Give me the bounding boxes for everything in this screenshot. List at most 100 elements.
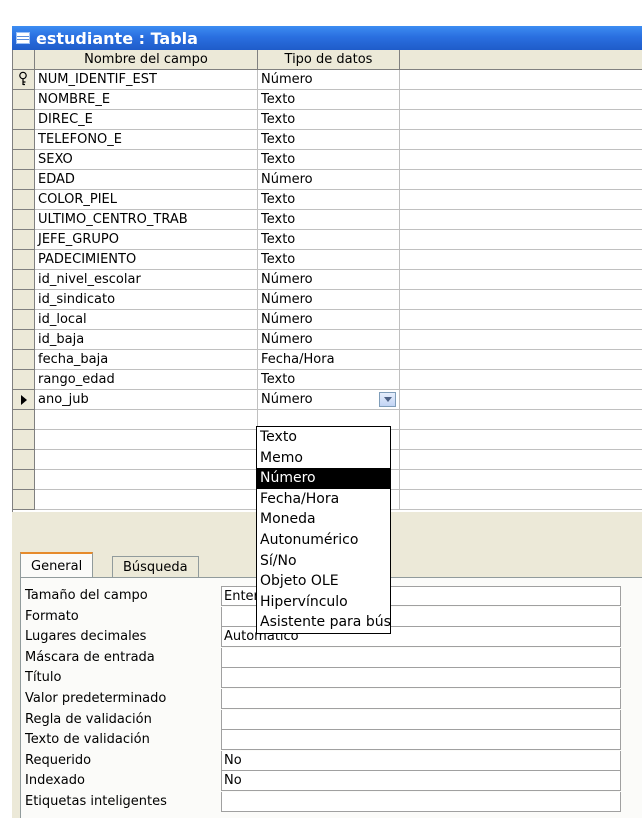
field-name-cell[interactable] (35, 410, 258, 430)
dropdown-option[interactable]: Texto (257, 427, 390, 448)
field-name-cell[interactable]: DIREC_E (35, 110, 258, 130)
description-cell[interactable] (400, 350, 642, 370)
description-cell[interactable] (400, 450, 642, 470)
dropdown-option[interactable]: Asistente para búsqueda... (257, 612, 390, 633)
field-name-cell[interactable]: rango_edad (35, 370, 258, 390)
field-name-cell[interactable]: JEFE_GRUPO (35, 230, 258, 250)
row-selector[interactable] (13, 310, 35, 330)
row-selector[interactable] (13, 450, 35, 470)
row-selector[interactable] (13, 410, 35, 430)
field-name-cell[interactable]: EDAD (35, 170, 258, 190)
row-selector[interactable] (13, 290, 35, 310)
table-row[interactable]: NUM_IDENTIF_EST Número (13, 70, 642, 90)
property-value[interactable] (221, 647, 621, 668)
data-type-cell[interactable]: Número (258, 290, 400, 310)
description-cell[interactable] (400, 130, 642, 150)
description-cell[interactable] (400, 150, 642, 170)
row-selector[interactable] (13, 370, 35, 390)
data-type-cell[interactable]: Número (258, 330, 400, 350)
row-selector[interactable] (13, 130, 35, 150)
window-titlebar[interactable]: estudiante : Tabla (12, 26, 642, 50)
data-type-cell[interactable]: Texto (258, 230, 400, 250)
description-cell[interactable] (400, 270, 642, 290)
row-selector[interactable] (13, 250, 35, 270)
data-type-cell[interactable]: Número (258, 310, 400, 330)
description-cell[interactable] (400, 210, 642, 230)
data-type-cell[interactable]: Número (258, 70, 400, 90)
column-header-data-type[interactable]: Tipo de datos (258, 50, 400, 70)
table-row[interactable]: id_baja Número (13, 330, 642, 350)
data-type-cell[interactable]: Fecha/Hora (258, 350, 400, 370)
data-type-cell[interactable]: Texto (258, 250, 400, 270)
field-name-cell[interactable]: id_nivel_escolar (35, 270, 258, 290)
data-type-cell[interactable]: Texto (258, 130, 400, 150)
table-row[interactable]: ano_jub Número (13, 390, 642, 410)
field-name-cell[interactable]: id_baja (35, 330, 258, 350)
dropdown-option[interactable]: Sí/No (257, 551, 390, 572)
data-type-cell[interactable]: Texto (258, 90, 400, 110)
row-selector[interactable] (13, 90, 35, 110)
description-cell[interactable] (400, 110, 642, 130)
description-cell[interactable] (400, 370, 642, 390)
data-type-cell[interactable]: Texto (258, 150, 400, 170)
row-selector[interactable] (13, 70, 35, 90)
field-name-cell[interactable] (35, 490, 258, 510)
field-name-cell[interactable]: ULTIMO_CENTRO_TRAB (35, 210, 258, 230)
row-selector[interactable] (13, 430, 35, 450)
row-selector[interactable] (13, 330, 35, 350)
property-value[interactable] (221, 689, 621, 709)
row-selector[interactable] (13, 470, 35, 490)
row-selector[interactable] (13, 210, 35, 230)
data-type-cell[interactable]: Texto (258, 370, 400, 390)
table-row[interactable]: PADECIMIENTO Texto (13, 250, 642, 270)
description-cell[interactable] (400, 410, 642, 430)
row-selector[interactable] (13, 230, 35, 250)
description-cell[interactable] (400, 310, 642, 330)
field-name-cell[interactable]: NUM_IDENTIF_EST (35, 70, 258, 90)
table-row[interactable]: fecha_baja Fecha/Hora (13, 350, 642, 370)
field-name-cell[interactable]: TELEFONO_E (35, 130, 258, 150)
row-selector[interactable] (13, 390, 35, 410)
data-type-dropdown-list[interactable]: Texto Memo Número Fecha/Hora Moneda Autonumér… (256, 426, 391, 634)
tab-general[interactable]: General (20, 552, 94, 577)
description-cell[interactable] (400, 290, 642, 310)
field-name-cell[interactable]: id_sindicato (35, 290, 258, 310)
property-value[interactable] (221, 668, 621, 689)
description-cell[interactable] (400, 390, 642, 410)
description-cell[interactable] (400, 470, 642, 490)
data-type-cell[interactable]: Número (258, 390, 400, 410)
description-cell[interactable] (400, 190, 642, 210)
row-selector[interactable] (13, 270, 35, 290)
table-row[interactable]: id_sindicato Número (13, 290, 642, 310)
table-row[interactable]: rango_edad Texto (13, 370, 642, 390)
table-row[interactable]: id_nivel_escolar Número (13, 270, 642, 290)
table-row[interactable]: SEXO Texto (13, 150, 642, 170)
property-value[interactable]: No (221, 771, 621, 792)
property-value[interactable] (221, 730, 621, 751)
description-cell[interactable] (400, 490, 642, 510)
table-row[interactable]: COLOR_PIEL Texto (13, 190, 642, 210)
row-selector[interactable] (13, 350, 35, 370)
field-name-cell[interactable]: NOMBRE_E (35, 90, 258, 110)
data-type-cell[interactable]: Número (258, 270, 400, 290)
tab-busqueda[interactable]: Búsqueda (112, 556, 199, 577)
row-selector[interactable] (13, 170, 35, 190)
column-header-field-name[interactable]: Nombre del campo (35, 50, 258, 70)
description-cell[interactable] (400, 250, 642, 270)
property-value[interactable]: No (221, 750, 621, 771)
dropdown-option[interactable]: Objeto OLE (257, 571, 390, 592)
field-name-cell[interactable]: ano_jub (35, 390, 258, 410)
dropdown-option[interactable]: Autonumérico (257, 530, 390, 551)
description-cell[interactable] (400, 230, 642, 250)
row-selector-header[interactable] (13, 50, 35, 70)
dropdown-option[interactable]: Moneda (257, 509, 390, 530)
row-selector[interactable] (13, 150, 35, 170)
description-cell[interactable] (400, 70, 642, 90)
field-name-cell[interactable]: id_local (35, 310, 258, 330)
property-value[interactable] (221, 792, 621, 812)
field-name-cell[interactable]: fecha_baja (35, 350, 258, 370)
table-row[interactable]: DIREC_E Texto (13, 110, 642, 130)
row-selector[interactable] (13, 190, 35, 210)
column-header-description[interactable] (400, 50, 642, 70)
data-type-cell[interactable]: Texto (258, 110, 400, 130)
